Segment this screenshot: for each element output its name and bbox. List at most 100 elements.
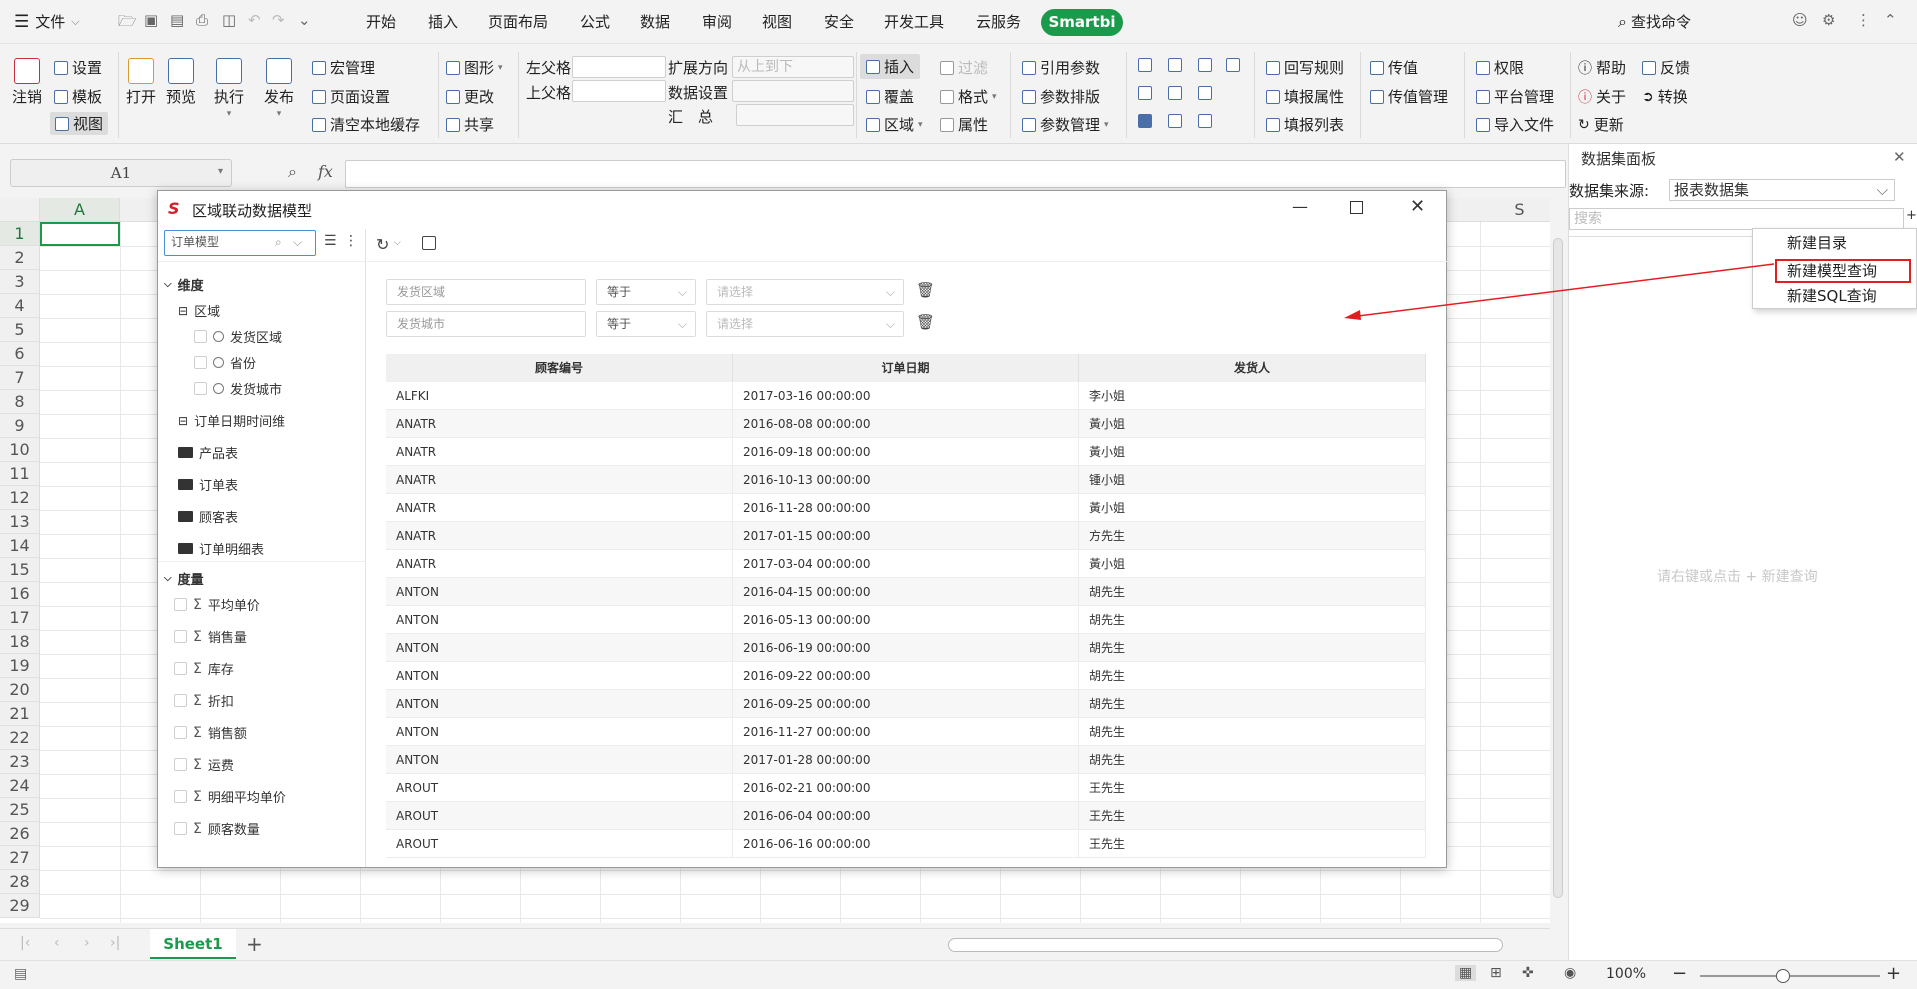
normal-view-icon[interactable]: ▦ [1455, 965, 1477, 981]
pass-manage-button[interactable]: 传值管理 [1370, 86, 1448, 107]
gear-icon[interactable]: ⚙ [1822, 11, 1835, 29]
row-header[interactable]: 4 [0, 294, 40, 318]
row-header[interactable]: 14 [0, 534, 40, 558]
filter-fields-icon[interactable]: ☰ [324, 233, 337, 249]
col-header-a[interactable]: A [40, 198, 120, 222]
row-header[interactable]: 12 [0, 486, 40, 510]
row-header[interactable]: 22 [0, 726, 40, 750]
row-header[interactable]: 6 [0, 342, 40, 366]
publish-button[interactable]: 发布 ▾ [264, 58, 294, 119]
row-header[interactable]: 28 [0, 870, 40, 894]
row-header[interactable]: 25 [0, 798, 40, 822]
edit-ctrl-icon[interactable] [1168, 114, 1182, 128]
save-icon[interactable] [422, 236, 436, 250]
macro-button[interactable]: 宏管理 [312, 57, 375, 78]
settings-button[interactable]: 设置 [54, 57, 102, 78]
cover-button[interactable]: 覆盖 [866, 86, 914, 107]
chevron-down-icon[interactable]: ⌵ [394, 238, 401, 248]
table-row[interactable]: AROUT 2016-06-16 00:00:00 王先生 [386, 830, 1426, 858]
param-manage-button[interactable]: 参数管理 ▾ [1022, 114, 1109, 135]
dropdown-ctrl-icon[interactable] [1168, 58, 1182, 72]
delete-icon[interactable]: 🗑 [916, 281, 935, 299]
filter-field-2[interactable]: 发货城市 [386, 311, 586, 337]
area-button[interactable]: 区域 ▾ [866, 114, 923, 135]
tree-measure[interactable]: ⌵ 度量 [164, 569, 204, 588]
list-ctrl-icon[interactable] [1198, 58, 1212, 72]
macro-record-icon[interactable]: ▤ [14, 966, 27, 982]
checkbox-ctrl-icon[interactable] [1138, 114, 1152, 128]
zoom-slider-thumb[interactable] [1776, 969, 1790, 983]
checkbox[interactable] [174, 694, 187, 707]
row-header[interactable]: 17 [0, 606, 40, 630]
fx-icon[interactable]: fx [318, 162, 333, 181]
row-header[interactable]: 29 [0, 894, 40, 918]
format-button[interactable]: 格式 ▾ [940, 86, 997, 107]
tree-table-product[interactable]: 产品表 [178, 443, 238, 462]
row-header[interactable]: 9 [0, 414, 40, 438]
row-header[interactable]: 10 [0, 438, 40, 462]
corner-header[interactable] [0, 198, 40, 222]
table-row[interactable]: ANTON 2016-05-13 00:00:00 胡先生 [386, 606, 1426, 634]
open-folder-icon[interactable]: 🗁 [118, 11, 137, 36]
sheet-tab[interactable]: Sheet1 [150, 929, 236, 959]
checkbox[interactable] [174, 630, 187, 643]
new-folder-item[interactable]: 新建目录 [1787, 232, 1847, 253]
share-button[interactable]: 共享 [446, 114, 494, 135]
print-preview-icon[interactable]: ◫ [222, 11, 236, 29]
filter-op-2[interactable]: 等于 ⌵ [596, 311, 696, 337]
tree-table-order-detail[interactable]: 订单明细表 [178, 539, 264, 558]
page-break-icon[interactable]: ⊞ [1490, 965, 1502, 981]
feedback-button[interactable]: 反馈 [1642, 57, 1690, 78]
search-command[interactable]: ⌕ 查找命令 [1618, 11, 1691, 32]
filter-op-1[interactable]: 等于 ⌵ [596, 279, 696, 305]
row-header[interactable]: 15 [0, 558, 40, 582]
tree-measure-item[interactable]: Σ 销售额 [174, 723, 247, 742]
menu-start[interactable]: 开始 [366, 11, 396, 32]
row-header[interactable]: 11 [0, 462, 40, 486]
row-header[interactable]: 24 [0, 774, 40, 798]
menu-smartbi[interactable]: Smartbi [1041, 9, 1123, 36]
menu-security[interactable]: 安全 [824, 11, 854, 32]
name-box[interactable]: A1 [10, 159, 232, 187]
horizontal-scrollbar[interactable] [948, 938, 1503, 952]
prev-sheet-icon[interactable]: ‹ [54, 935, 60, 951]
row-header[interactable]: 1 [0, 222, 40, 246]
table-row[interactable]: ANTON 2016-04-15 00:00:00 胡先生 [386, 578, 1426, 606]
checkbox[interactable] [194, 356, 207, 369]
table-row[interactable]: AROUT 2016-02-21 00:00:00 王先生 [386, 774, 1426, 802]
zoom-formula-icon[interactable]: ⌕ [288, 162, 297, 182]
platform-button[interactable]: 平台管理 [1476, 86, 1554, 107]
view-button[interactable]: 视图 [50, 112, 109, 135]
table-row[interactable]: ANATR 2016-10-13 00:00:00 锺小姐 [386, 466, 1426, 494]
zoom-out-icon[interactable]: − [1672, 963, 1687, 984]
refresh-icon[interactable]: ↻ [376, 235, 389, 254]
file-menu[interactable]: ☰ 文件 ⌵ [14, 11, 80, 32]
spin-ctrl-icon[interactable] [1226, 58, 1240, 72]
preview-button[interactable]: 预览 [166, 58, 196, 107]
row-header[interactable]: 18 [0, 630, 40, 654]
tree-measure-item[interactable]: Σ 销售量 [174, 627, 247, 646]
filter-value-1[interactable]: 请选择 ⌵ [706, 279, 904, 305]
row-header[interactable]: 27 [0, 846, 40, 870]
tree-measure-item[interactable]: Σ 库存 [174, 659, 234, 678]
fill-list-button[interactable]: 填报列表 [1266, 114, 1344, 135]
tree-dimension[interactable]: ⌵ 维度 [164, 275, 204, 294]
checkbox[interactable] [174, 822, 187, 835]
image-ctrl-icon[interactable] [1198, 86, 1212, 100]
menu-page-layout[interactable]: 页面布局 [488, 11, 548, 32]
checkbox[interactable] [194, 382, 207, 395]
first-sheet-icon[interactable]: |‹ [20, 935, 30, 951]
tree-region[interactable]: ⊟ 区域 [178, 301, 220, 321]
clear-cache-button[interactable]: 清空本地缓存 [312, 114, 420, 135]
close-icon[interactable]: ✕ [1410, 196, 1425, 217]
param-layout-button[interactable]: 参数排版 [1022, 86, 1100, 107]
formula-input[interactable] [345, 160, 1566, 188]
tree-item-ship-region[interactable]: 发货区域 [194, 327, 282, 346]
row-header[interactable]: 2 [0, 246, 40, 270]
row-header[interactable]: 16 [0, 582, 40, 606]
undo-icon[interactable]: ↶ [248, 11, 261, 29]
menu-view[interactable]: 视图 [762, 11, 792, 32]
open-button[interactable]: 打开 [126, 58, 156, 107]
comment-icon[interactable] [1138, 58, 1152, 72]
property-button[interactable]: 属性 [940, 114, 988, 135]
